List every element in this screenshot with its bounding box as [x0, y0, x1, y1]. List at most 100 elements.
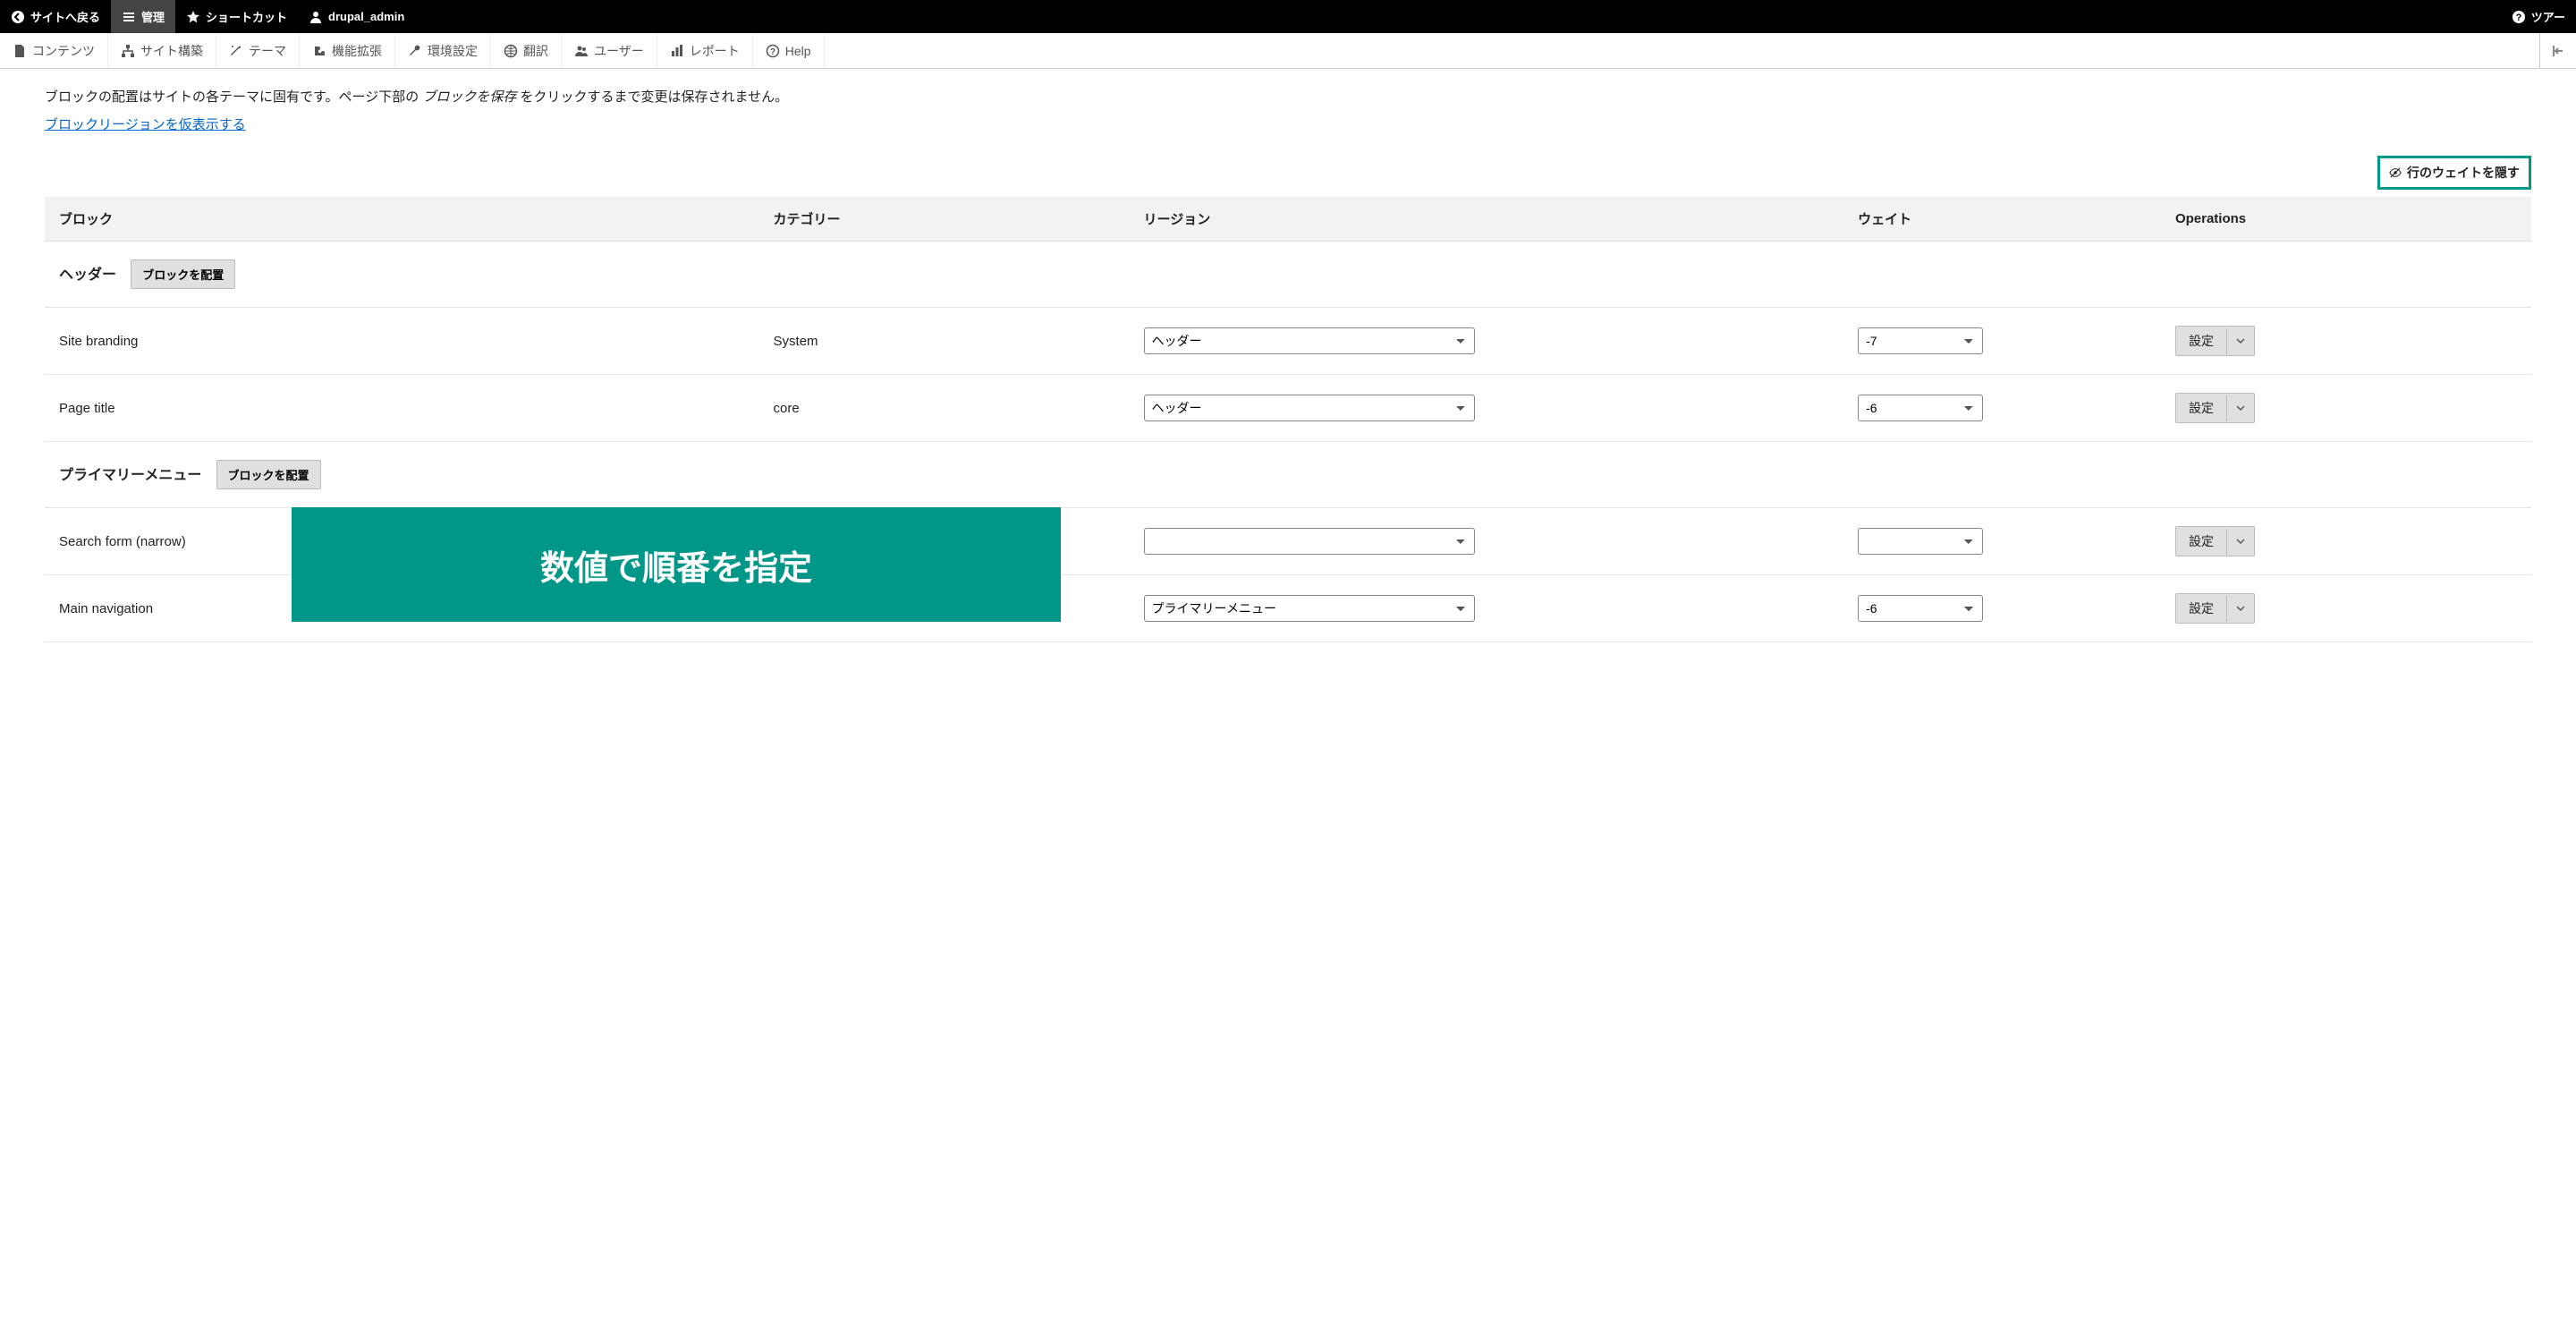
settings-button[interactable]: 設定	[2176, 394, 2226, 422]
manage-label: 管理	[141, 8, 165, 25]
admin-menu-content[interactable]: コンテンツ	[0, 33, 108, 68]
help-icon: ?	[766, 44, 780, 58]
chevron-down-icon	[2236, 336, 2245, 345]
user-icon	[309, 10, 323, 24]
intro-em: ブロックを保存	[422, 89, 516, 105]
admin-menu-people[interactable]: ユーザー	[562, 33, 657, 68]
admin-menu-config[interactable]: 環境設定	[395, 33, 491, 68]
cell-category: メニュー	[759, 575, 1130, 642]
dropbutton-toggle[interactable]	[2226, 395, 2254, 421]
admin-menu-label: 機能拡張	[332, 42, 382, 60]
admin-menu-translate[interactable]: 翻訳	[491, 33, 562, 68]
settings-button[interactable]: 設定	[2176, 527, 2226, 556]
admin-menu-label: 翻訳	[523, 42, 548, 60]
table-row: Site branding System ヘッダー -7 設定	[45, 308, 2531, 375]
shortcuts-link[interactable]: ショートカット	[175, 0, 298, 33]
admin-menu-label: テーマ	[249, 42, 286, 60]
weight-select[interactable]: -6	[1858, 595, 1983, 622]
region-title: ヘッダー	[59, 268, 116, 283]
th-weight: ウェイト	[1843, 197, 2161, 242]
admin-menu-appearance[interactable]: テーマ	[216, 33, 300, 68]
table-row: Page title core ヘッダー -6 設定	[45, 375, 2531, 442]
weight-select[interactable]: -6	[1858, 395, 1983, 421]
svg-text:?: ?	[770, 47, 775, 57]
back-to-site-link[interactable]: サイトへ戻る	[0, 0, 111, 33]
region-select[interactable]: ヘッダー	[1144, 327, 1475, 354]
cell-block: Search form (narrow)	[45, 508, 759, 575]
weight-select[interactable]: -7	[1858, 327, 1983, 354]
intro-after: をクリックするまで変更は保存されません。	[516, 89, 788, 105]
magic-wand-icon	[229, 44, 243, 58]
region-header-row: ヘッダー ブロックを配置	[45, 242, 2531, 308]
chevron-down-icon	[2236, 604, 2245, 613]
admin-menu-label: サイト構築	[140, 42, 203, 60]
region-header-row: プライマリーメニュー ブロックを配置	[45, 442, 2531, 508]
cell-block: Page title	[45, 375, 759, 442]
hide-row-weights-button[interactable]: 行のウェイトを隠す	[2377, 156, 2531, 190]
intro-before: ブロックの配置はサイトの各テーマに固有です。ページ下部の	[45, 89, 422, 105]
cell-block: Site branding	[45, 308, 759, 375]
admin-topbar: サイトへ戻る 管理 ショートカット drupal_admin ? ツアー	[0, 0, 2576, 33]
cell-category: System	[759, 308, 1130, 375]
svg-text:?: ?	[2515, 13, 2521, 23]
table-row: Search form (narrow) 設定	[45, 508, 2531, 575]
admin-menu-label: レポート	[690, 42, 740, 60]
star-icon	[186, 10, 200, 24]
topbar-left: サイトへ戻る 管理 ショートカット drupal_admin	[0, 0, 415, 33]
topbar-right: ? ツアー	[2512, 8, 2576, 25]
dropbutton-toggle[interactable]	[2226, 596, 2254, 622]
collapse-left-icon	[2551, 44, 2565, 58]
th-block: ブロック	[45, 197, 759, 242]
manage-toggle[interactable]: 管理	[111, 0, 175, 33]
chevron-left-circle-icon	[11, 10, 25, 24]
admin-menu-structure[interactable]: サイト構築	[108, 33, 216, 68]
toolbar-row: 行のウェイトを隠す	[45, 156, 2531, 190]
region-select[interactable]	[1144, 528, 1475, 555]
settings-button[interactable]: 設定	[2176, 594, 2226, 623]
document-icon	[13, 44, 27, 58]
admin-menu-bar: コンテンツ サイト構築 テーマ 機能拡張 環境設定 翻訳 ユーザー レポート	[0, 33, 2576, 69]
operations-dropbutton: 設定	[2175, 393, 2255, 423]
tour-link[interactable]: ? ツアー	[2512, 8, 2565, 25]
main-content: ブロックの配置はサイトの各テーマに固有です。ページ下部の ブロックを保存 をクリ…	[0, 69, 2576, 660]
tour-label: ツアー	[2531, 8, 2565, 25]
hide-weights-label: 行のウェイトを隠す	[2407, 164, 2520, 182]
chevron-down-icon	[2236, 537, 2245, 546]
region-select[interactable]: プライマリーメニュー	[1144, 595, 1475, 622]
eye-off-icon	[2389, 166, 2402, 179]
settings-button[interactable]: 設定	[2176, 327, 2226, 355]
th-operations: Operations	[2161, 197, 2531, 242]
wrench-icon	[408, 44, 422, 58]
admin-menu-label: コンテンツ	[32, 42, 95, 60]
th-category: カテゴリー	[759, 197, 1130, 242]
dropbutton-toggle[interactable]	[2226, 328, 2254, 354]
toolbar-orientation-toggle[interactable]	[2539, 33, 2576, 68]
place-block-button[interactable]: ブロックを配置	[131, 259, 235, 289]
cell-block: Main navigation	[45, 575, 759, 642]
cell-category	[759, 508, 1130, 575]
admin-menu-label: Help	[785, 44, 811, 58]
operations-dropbutton: 設定	[2175, 593, 2255, 624]
admin-menu-extend[interactable]: 機能拡張	[300, 33, 395, 68]
user-link[interactable]: drupal_admin	[298, 0, 415, 33]
people-icon	[574, 44, 589, 58]
admin-menu-label: ユーザー	[594, 42, 644, 60]
sitemap-icon	[121, 44, 135, 58]
admin-menu-reports[interactable]: レポート	[657, 33, 753, 68]
shortcuts-label: ショートカット	[206, 8, 287, 25]
back-to-site-label: サイトへ戻る	[30, 8, 100, 25]
username-label: drupal_admin	[328, 10, 404, 23]
operations-dropbutton: 設定	[2175, 326, 2255, 356]
admin-menu-label: 環境設定	[428, 42, 478, 60]
operations-dropbutton: 設定	[2175, 526, 2255, 556]
weight-select[interactable]	[1858, 528, 1983, 555]
th-region: リージョン	[1130, 197, 1844, 242]
admin-menu-help[interactable]: ? Help	[753, 33, 825, 68]
place-block-button[interactable]: ブロックを配置	[216, 460, 321, 489]
help-circle-icon: ?	[2512, 10, 2526, 24]
chevron-down-icon	[2236, 403, 2245, 412]
region-select[interactable]: ヘッダー	[1144, 395, 1475, 421]
preview-regions-link[interactable]: ブロックリージョンを仮表示する	[45, 115, 246, 133]
block-layout-table: ブロック カテゴリー リージョン ウェイト Operations ヘッダー ブロ…	[45, 197, 2531, 642]
dropbutton-toggle[interactable]	[2226, 529, 2254, 555]
